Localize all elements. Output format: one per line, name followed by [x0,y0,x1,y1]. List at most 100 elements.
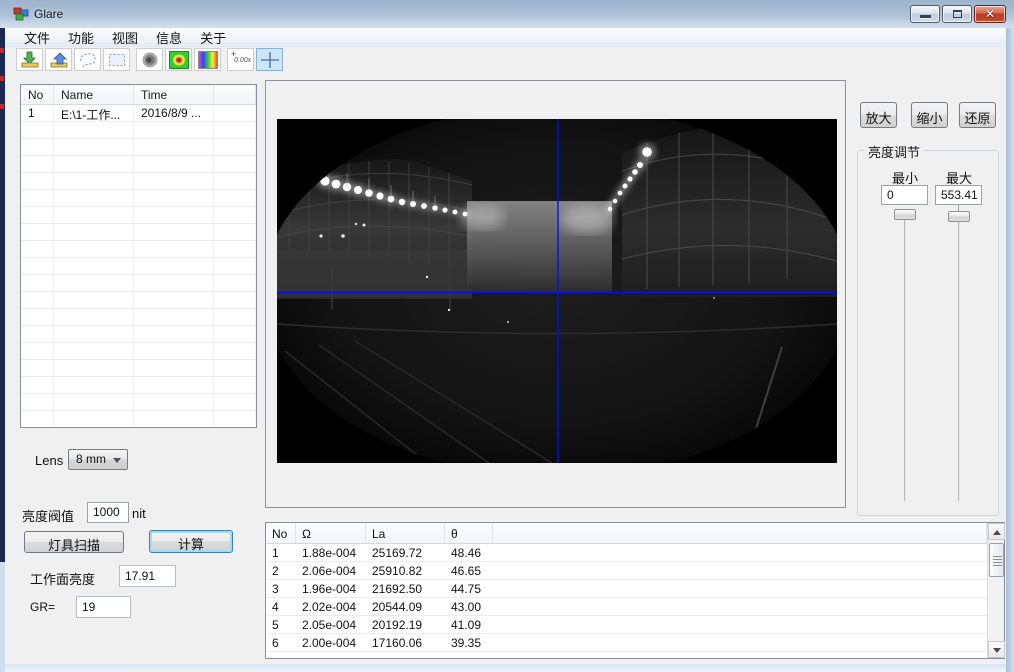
threshold-input[interactable]: 1000 [87,502,129,523]
lens-select[interactable]: 8 mm [68,449,128,470]
result-row[interactable]: 42.02e-004 20544.0943.00 [266,598,987,616]
work-surface-value-box: 17.91 [119,565,176,587]
arrow-up-icon [993,530,1001,535]
col-time[interactable]: Time [134,85,214,104]
col-omega[interactable]: Ω [296,523,366,543]
pseudocolor-view-button[interactable] [165,48,192,71]
threshold-label: 亮度阀值 [22,506,74,525]
menu-info[interactable]: 信息 [147,27,191,48]
empty-file-row [21,343,256,360]
col-name[interactable]: Name [54,85,134,104]
scroll-down-button[interactable] [988,641,1005,658]
empty-file-row [21,309,256,326]
lamp-scan-button[interactable]: 灯具扫描 [24,531,124,553]
max-input[interactable]: 553.41 [935,185,982,205]
file-row[interactable]: 1 E:\1-工作... 2016/8/9 ... [21,105,256,122]
gr-value-box: 19 [76,596,131,618]
edge-mark [0,104,4,109]
import-button[interactable] [16,48,43,71]
empty-file-row [21,241,256,258]
empty-file-row [21,394,256,411]
arrow-down-icon [993,648,1001,653]
result-row[interactable]: 22.06e-004 25910.8246.65 [266,562,987,580]
zoom-in-button[interactable]: 放大 [860,102,897,128]
brightness-groupbox: 亮度调节 最小 最大 0 553.41 [857,150,999,516]
lasso-select-button[interactable] [74,48,101,71]
export-button[interactable] [45,48,72,71]
empty-file-row [21,258,256,275]
max-slider-track[interactable] [958,221,960,501]
minimize-button[interactable] [910,5,940,23]
result-row[interactable]: 62.00e-004 17160.0639.35 [266,634,987,652]
close-button[interactable]: ✕ [974,5,1006,23]
result-row[interactable]: 11.88e-004 25169.7248.46 [266,544,987,562]
restore-icon [953,10,962,18]
lasso-select-icon [78,51,98,69]
menu-about[interactable]: 关于 [191,27,235,48]
menu-view[interactable]: 视图 [103,27,147,48]
result-row[interactable]: 52.05e-004 20192.1941.09 [266,616,987,634]
lens-value: 8 mm [76,452,106,466]
empty-file-row [21,411,256,428]
file-list-table: No Name Time 1 E:\1-工作... 2016/8/9 ... [20,84,257,428]
col-no[interactable]: No [21,85,54,104]
restore-view-label: 还原 [964,111,990,126]
results-header[interactable]: No Ω La θ [266,523,987,544]
rect-select-icon [107,51,127,69]
lamp-scan-label: 灯具扫描 [48,538,100,553]
window-border-left [0,562,5,672]
work-surface-value: 17.91 [125,569,155,583]
threshold-unit: nit [132,506,146,521]
window-border-right [1006,28,1014,672]
empty-file-row [21,224,256,241]
restore-button[interactable] [942,5,972,23]
minimize-icon [920,15,931,18]
col-la[interactable]: La [366,523,445,543]
toolbar: + 0.00x [5,47,1006,72]
value-overlay-button[interactable]: + 0.00x [227,48,254,71]
threshold-value: 1000 [93,505,120,519]
edge-mark [0,76,4,81]
results-table: No Ω La θ 11.88e-004 25169.7248.46 22.06… [265,522,1005,659]
result-row[interactable]: 31.96e-004 21692.5044.75 [266,580,987,598]
file-no: 1 [21,105,54,121]
empty-file-row [21,139,256,156]
image-panel [265,80,846,508]
calculate-button[interactable]: 计算 [149,530,233,553]
titlebar[interactable]: Glare ✕ [0,0,1014,28]
empty-file-row [21,275,256,292]
gr-value: 19 [82,600,95,614]
export-icon [49,51,69,69]
menubar: 文件 功能 视图 信息 关于 [5,28,1006,47]
rect-select-button[interactable] [103,48,130,71]
crosshair-toggle-button[interactable] [256,48,283,71]
col-no[interactable]: No [266,523,296,543]
file-list-header[interactable]: No Name Time [21,85,256,105]
results-scrollbar[interactable] [987,523,1004,658]
palette-button[interactable] [194,48,221,71]
crosshair-icon [260,51,280,69]
measurement-photo[interactable] [277,119,837,463]
value-overlay-text: 0.00x [234,57,251,64]
scrollbar-thumb[interactable] [989,543,1004,577]
close-icon: ✕ [975,7,1005,21]
col-theta[interactable]: θ [445,523,493,543]
import-icon [20,51,40,69]
max-slider-thumb[interactable] [948,211,970,222]
empty-file-row [21,326,256,343]
empty-file-row [21,377,256,394]
file-time: 2016/8/9 ... [134,105,214,121]
calculate-label: 计算 [178,537,204,552]
menu-function[interactable]: 功能 [59,27,103,48]
grayscale-view-button[interactable] [136,48,163,71]
restore-view-button[interactable]: 还原 [959,102,996,128]
scroll-up-button[interactable] [988,523,1005,540]
min-slider-track[interactable] [904,219,906,501]
min-slider-thumb[interactable] [894,209,916,220]
zoom-out-button[interactable]: 缩小 [911,102,948,128]
min-input[interactable]: 0 [881,185,928,205]
grip-icon [993,556,1002,557]
menu-file[interactable]: 文件 [15,27,59,48]
zoom-out-label: 缩小 [916,111,942,126]
col-filler [493,523,987,543]
